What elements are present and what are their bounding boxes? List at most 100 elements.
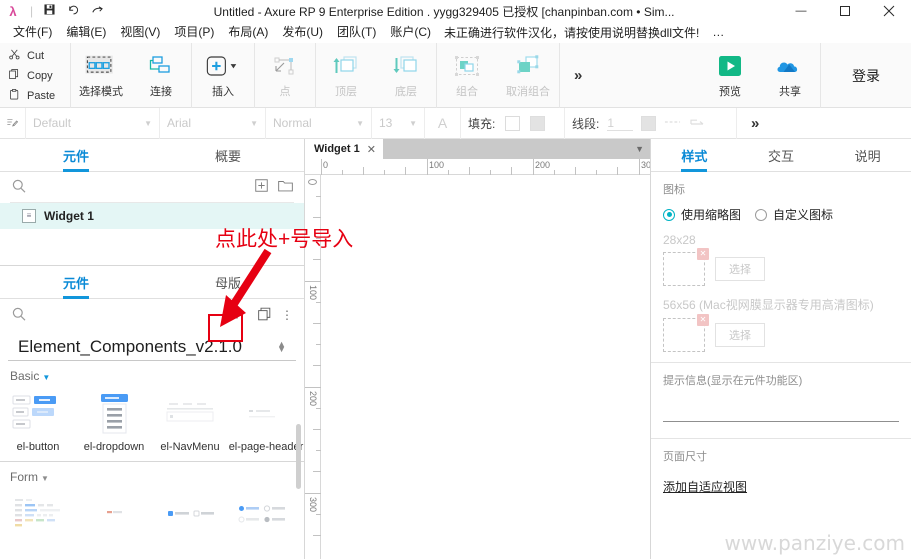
form-thumb-4: [233, 492, 299, 538]
tab-pages-label: 元件: [62, 149, 89, 164]
line-style-icon[interactable]: [664, 116, 681, 130]
toolbar-overflow-button[interactable]: »: [574, 67, 583, 84]
tab-notes-label: 说明: [854, 149, 881, 164]
preview-play-icon: [718, 53, 742, 79]
menu-item-view[interactable]: 视图(V): [113, 22, 167, 43]
form-thumb-3: [157, 492, 223, 538]
icon-28-choose-button[interactable]: 选择: [715, 257, 765, 281]
paste-button[interactable]: Paste: [8, 86, 70, 106]
line-group: 线段: 1: [565, 107, 737, 139]
radio-custom-icon[interactable]: 自定义图标: [755, 206, 833, 223]
library-item-el-dropdown[interactable]: el-dropdown: [76, 385, 152, 453]
tool-share[interactable]: 共享: [760, 43, 820, 108]
library-item-el-button[interactable]: el-button: [0, 385, 76, 453]
line-color-swatch[interactable]: [641, 115, 657, 131]
menu-overflow[interactable]: …: [705, 22, 731, 43]
save-icon[interactable]: [37, 4, 61, 18]
formatbar-overflow[interactable]: »: [737, 108, 763, 139]
signin-button[interactable]: 登录: [852, 66, 880, 86]
radio-unselected-icon: [755, 208, 768, 221]
menu-item-edit[interactable]: 编辑(E): [59, 22, 113, 43]
close-icon[interactable]: ✕: [367, 143, 376, 156]
cut-button[interactable]: Cut: [8, 46, 70, 66]
send-to-back-icon: [391, 53, 421, 79]
add-folder-icon[interactable]: [276, 179, 294, 195]
search-icon[interactable]: [10, 307, 28, 324]
library-item-form-1[interactable]: [0, 486, 76, 542]
tool-preview[interactable]: 预览: [700, 43, 760, 108]
library-item-el-page-header[interactable]: el-page-header: [228, 385, 304, 453]
tab-libraries[interactable]: 元件: [0, 266, 152, 299]
menu-item-file[interactable]: 文件(F): [6, 22, 59, 43]
library-item-form-3[interactable]: [152, 486, 228, 542]
tool-bring-front[interactable]: 顶层: [316, 43, 376, 108]
library-selector[interactable]: Element_Components_v2.1.0 ▲ ▼: [8, 331, 296, 361]
group-header-basic[interactable]: Basic ▼: [0, 361, 304, 385]
arrow-style-icon[interactable]: [689, 116, 707, 130]
tool-ungroup[interactable]: 取消组合: [497, 43, 559, 108]
menu-item-layout[interactable]: 布局(A): [221, 22, 275, 43]
font-size-value: 13: [379, 116, 393, 130]
maximize-button[interactable]: [823, 0, 867, 22]
icon-56-choose-button[interactable]: 选择: [715, 323, 765, 347]
font-weight-select[interactable]: Normal ▼: [266, 107, 372, 139]
library-spinner-icon: ▲ ▼: [277, 339, 286, 354]
icon-28-dropzone[interactable]: ✕: [663, 248, 709, 286]
right-panel: 样式 交互 说明 图标 使用缩略图 自定义图标 28x28 ✕ 选择 56x56…: [650, 139, 911, 559]
clipboard-icon: [8, 88, 20, 103]
fill-gradient-swatch[interactable]: [530, 115, 546, 131]
library-item-form-4[interactable]: [228, 486, 304, 542]
icon-56-row: ✕ 选择: [663, 314, 899, 352]
paste-label: Paste: [27, 89, 56, 102]
font-size-select[interactable]: 13 ▼: [372, 107, 425, 139]
radio-use-thumbnail[interactable]: 使用缩略图: [663, 206, 741, 223]
radio-use-thumbnail-label: 使用缩略图: [681, 208, 742, 222]
group-header-form[interactable]: Form ▼: [0, 462, 304, 486]
library-scrollbar[interactable]: [296, 424, 301, 489]
line-label: 线段:: [572, 116, 600, 131]
style-brush-icon[interactable]: [0, 107, 26, 139]
line-width-input[interactable]: 1: [607, 116, 634, 131]
tab-notes[interactable]: 说明: [824, 139, 911, 172]
text-color-button[interactable]: A: [425, 107, 461, 139]
library-item-el-navmenu[interactable]: el-NavMenu: [152, 385, 228, 453]
tool-connect[interactable]: 连接: [131, 43, 191, 108]
add-page-icon[interactable]: [252, 179, 270, 195]
add-adaptive-view-link[interactable]: 添加自适应视图: [663, 480, 747, 494]
form-thumb-1: [5, 492, 71, 538]
minimize-button[interactable]: —: [779, 0, 823, 22]
font-family-select[interactable]: Arial ▼: [160, 107, 266, 139]
pages-search-row: [0, 172, 304, 202]
undo-icon[interactable]: [61, 4, 85, 19]
copy-button[interactable]: Copy: [8, 66, 70, 86]
redo-icon[interactable]: [85, 4, 109, 19]
tab-outline[interactable]: 概要: [152, 139, 304, 172]
style-select[interactable]: Default ▼: [26, 107, 160, 139]
tab-style-label: 样式: [681, 149, 708, 164]
chevron-down-icon[interactable]: ▼: [635, 144, 644, 154]
tool-preview-label: 预览: [719, 85, 741, 98]
menu-item-account[interactable]: 账户(C): [383, 22, 438, 43]
menu-item-publish[interactable]: 发布(U): [275, 22, 330, 43]
tool-insert[interactable]: 插入: [192, 43, 254, 108]
fill-color-swatch[interactable]: [505, 115, 521, 131]
tab-style[interactable]: 样式: [651, 139, 738, 172]
design-canvas[interactable]: [321, 175, 650, 559]
pageheader-thumb: [233, 391, 299, 437]
tab-pages[interactable]: 元件: [0, 139, 152, 172]
icon-56-dropzone[interactable]: ✕: [663, 314, 709, 352]
horizontal-ruler[interactable]: 0 100 200 300: [305, 159, 656, 175]
tool-point[interactable]: 点: [255, 43, 315, 108]
close-button[interactable]: [867, 0, 911, 22]
tool-send-back[interactable]: 底层: [376, 43, 436, 108]
tip-section-label: 提示信息(显示在元件功能区): [663, 375, 803, 387]
tip-input[interactable]: [663, 392, 899, 422]
tab-interactions[interactable]: 交互: [738, 139, 825, 172]
search-icon[interactable]: [10, 179, 28, 196]
menu-item-team[interactable]: 团队(T): [330, 22, 383, 43]
tool-group[interactable]: 组合: [437, 43, 497, 108]
canvas-tab-widget1[interactable]: Widget 1 ✕: [305, 139, 383, 159]
library-item-form-2[interactable]: [76, 486, 152, 542]
tool-selection-mode[interactable]: 选择模式: [71, 43, 131, 108]
menu-item-project[interactable]: 项目(P): [167, 22, 221, 43]
